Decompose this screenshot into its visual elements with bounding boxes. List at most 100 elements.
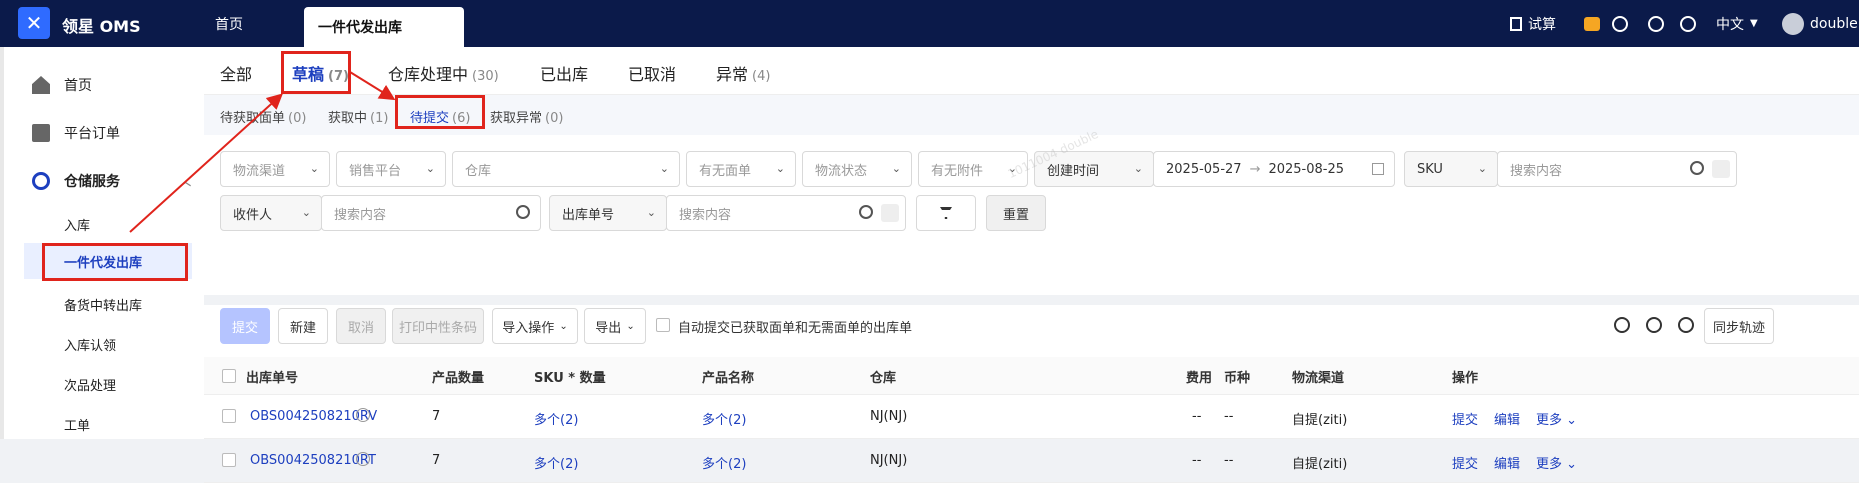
row-edit-link[interactable]: 编辑 <box>1494 409 1520 428</box>
chevron-down-icon: ⌄ <box>646 206 656 219</box>
help-icon[interactable] <box>1680 0 1696 47</box>
cancel-button[interactable]: 取消 <box>336 308 386 344</box>
tab-exception[interactable]: 异常 (4) <box>716 61 770 85</box>
warehouse-cell: NJ(NJ) <box>870 453 908 468</box>
subtab-awaiting-label[interactable]: 待获取面单 (0) <box>220 107 306 126</box>
download-icon[interactable] <box>1612 0 1628 47</box>
subtab-fetch-error[interactable]: 获取异常 (0) <box>490 107 563 126</box>
filter-sku-type[interactable]: SKU ⌄ <box>1404 151 1498 187</box>
search-icon <box>516 205 530 219</box>
auto-submit-checkbox[interactable] <box>656 318 670 332</box>
product-name-link[interactable]: 多个(2) <box>702 453 746 472</box>
sidebar-sub-transfer-outbound[interactable]: 备货中转出库 <box>64 295 142 314</box>
app-logo: ✕ <box>18 7 50 39</box>
tab-home[interactable]: 首页 <box>215 0 243 47</box>
sidebar-item-warehouse-service[interactable]: 仓储服务 ︿ <box>32 171 191 191</box>
calculator-icon <box>1510 16 1522 31</box>
select-all-checkbox[interactable] <box>222 369 236 383</box>
channel-cell: 自提(ziti) <box>1292 457 1348 472</box>
robot-icon[interactable] <box>1584 0 1600 47</box>
print-barcode-button[interactable]: 打印中性条码 <box>392 308 484 344</box>
chevron-down-icon: ⌄ <box>775 162 785 175</box>
warehouse-icon <box>32 172 50 190</box>
tab-all[interactable]: 全部 <box>220 61 256 85</box>
refresh-icon[interactable] <box>1614 317 1630 333</box>
action-toolbar: 提交 新建 取消 打印中性条码 导入操作 ⌄ 导出 ⌄ 自动提交已获取面单和无需面单… <box>204 295 1859 357</box>
col-fee: 费用 <box>1186 371 1213 386</box>
export-button[interactable]: 导出 ⌄ <box>584 308 646 344</box>
filter-clear-button[interactable] <box>916 195 976 231</box>
chevron-down-icon: ⌄ <box>1477 162 1487 175</box>
col-qty: 产品数量 <box>432 371 485 386</box>
caret-down-icon: ▼ <box>1750 18 1758 29</box>
order-search-input[interactable]: 搜索内容 <box>666 195 906 231</box>
app-brand: 领星 OMS <box>62 17 141 36</box>
row-checkbox[interactable] <box>222 409 236 423</box>
home-icon <box>32 76 50 94</box>
row-submit-link[interactable]: 提交 <box>1452 409 1478 428</box>
list-icon <box>881 204 899 222</box>
filter-logistics-status[interactable]: 物流状态 ⌄ <box>802 151 912 187</box>
sku-search-input[interactable]: 搜索内容 <box>1497 151 1737 187</box>
chevron-down-icon: ⌄ <box>1007 162 1017 175</box>
submit-button[interactable]: 提交 <box>220 308 270 344</box>
filter-time-type[interactable]: 创建时间 ⌄ <box>1034 151 1154 187</box>
annotation-box-pending <box>395 95 485 129</box>
list-icon <box>1712 160 1730 178</box>
row-more-link[interactable]: 更多 ⌄ <box>1536 409 1577 428</box>
chevron-down-icon: ⌄ <box>1133 162 1143 175</box>
col-sku-qty: SKU * 数量 <box>534 371 606 386</box>
col-product-name: 产品名称 <box>702 371 755 386</box>
sync-tracking-button[interactable]: 同步轨迹 <box>1704 308 1774 344</box>
col-currency: 币种 <box>1224 371 1251 386</box>
row-checkbox[interactable] <box>222 453 236 467</box>
row-more-link[interactable]: 更多 ⌄ <box>1536 453 1577 472</box>
filter-receiver-type[interactable]: 收件人 ⌄ <box>220 195 322 231</box>
sku-link[interactable]: 多个(2) <box>534 409 578 428</box>
qty-cell: 7 <box>432 409 441 424</box>
column-settings-icon[interactable] <box>1678 317 1694 333</box>
filter-label-status[interactable]: 有无面单 ⌄ <box>686 151 796 187</box>
language-select[interactable]: 中文 ▼ <box>1716 0 1758 47</box>
filter-warehouse[interactable]: 仓库 ⌄ <box>452 151 680 187</box>
create-button[interactable]: 新建 <box>278 308 328 344</box>
reset-button[interactable]: 重置 <box>986 195 1046 231</box>
tab-cancelled[interactable]: 已取消 <box>628 61 680 85</box>
sidebar-sub-inbound-claim[interactable]: 入库认领 <box>64 335 116 354</box>
row-submit-link[interactable]: 提交 <box>1452 453 1478 472</box>
import-button[interactable]: 导入操作 ⌄ <box>492 308 578 344</box>
user-menu[interactable]: double <box>1782 0 1858 47</box>
filter-attachment[interactable]: 有无附件 ⌄ <box>918 151 1028 187</box>
sidebar-sub-defect[interactable]: 次品处理 <box>64 375 116 394</box>
tab-shipped[interactable]: 已出库 <box>540 61 592 85</box>
search-icon <box>1690 161 1704 175</box>
currency-cell: -- <box>1224 453 1234 468</box>
tab-processing[interactable]: 仓库处理中 (30) <box>388 61 499 85</box>
product-name-link[interactable]: 多个(2) <box>702 409 746 428</box>
tab-dropship-outbound[interactable]: 一件代发出库 <box>304 7 464 47</box>
orders-table: 出库单号 产品数量 SKU * 数量 产品名称 仓库 费用 币种 物流渠道 操作… <box>204 357 1859 483</box>
filter-date-range[interactable]: 2025-05-27 → 2025-08-25 <box>1153 151 1395 187</box>
row-edit-link[interactable]: 编辑 <box>1494 453 1520 472</box>
filter-sales-platform[interactable]: 销售平台 ⌄ <box>336 151 446 187</box>
annotation-box-sidebar <box>42 243 188 281</box>
sidebar-sub-workorder[interactable]: 工单 <box>64 415 90 434</box>
table-row: OBS0042508210RT 7 多个(2) 多个(2) NJ(NJ) -- … <box>204 439 1859 483</box>
help-icon[interactable] <box>1646 317 1662 333</box>
copy-icon[interactable] <box>356 452 370 466</box>
currency-cell: -- <box>1224 409 1234 424</box>
chevron-down-icon: ⌄ <box>626 320 635 332</box>
auto-submit-label: 自动提交已获取面单和无需面单的出库单 <box>678 321 913 336</box>
copy-icon[interactable] <box>356 408 370 422</box>
subtab-fetching[interactable]: 获取中 (1) <box>328 107 388 126</box>
receiver-search-input[interactable]: 搜索内容 <box>321 195 541 231</box>
trial-button[interactable]: 试算 <box>1510 0 1556 47</box>
sidebar-item-platform-orders[interactable]: 平台订单 <box>32 123 120 143</box>
filter-order-type[interactable]: 出库单号 ⌄ <box>549 195 667 231</box>
sidebar-item-home[interactable]: 首页 <box>32 75 92 95</box>
top-bar: ✕ 领星 OMS 首页 一件代发出库 试算 中文 ▼ double <box>0 0 1859 47</box>
settings-icon[interactable] <box>1648 0 1664 47</box>
filter-logistics-channel[interactable]: 物流渠道 ⌄ <box>220 151 330 187</box>
sidebar-sub-inbound[interactable]: 入库 <box>64 215 90 234</box>
sku-link[interactable]: 多个(2) <box>534 453 578 472</box>
